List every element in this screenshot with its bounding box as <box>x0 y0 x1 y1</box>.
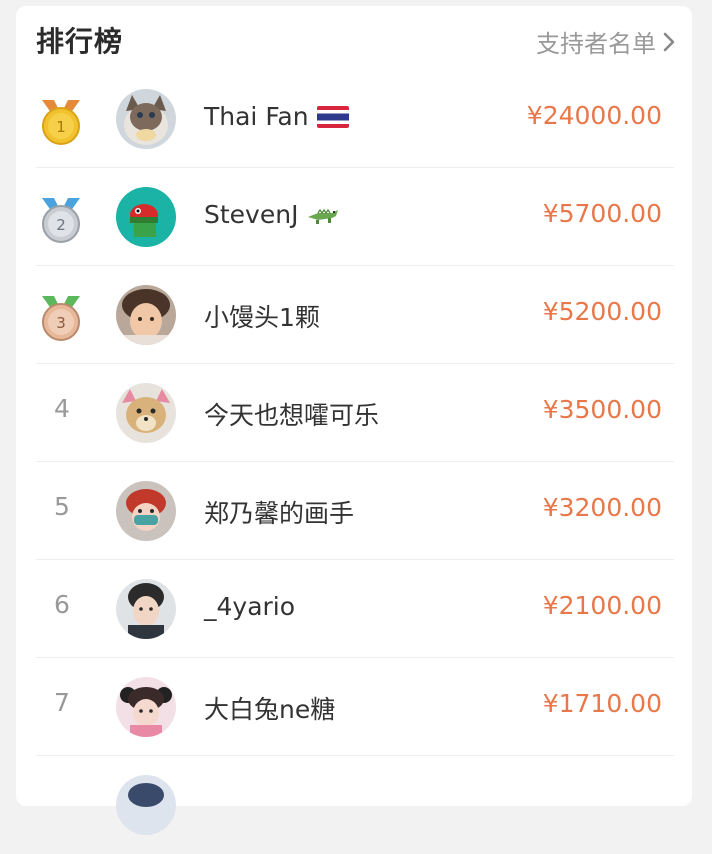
avatar <box>116 481 176 541</box>
rank-number: 4 <box>54 394 70 423</box>
ranking-row[interactable]: 5 郑乃馨的画手 ¥3200.00 <box>16 462 692 560</box>
support-amount: ¥24000.00 <box>526 101 662 130</box>
thailand-flag-icon <box>316 105 349 128</box>
ranking-row[interactable]: 7 大白兔ne糖 ¥1710.00 <box>16 658 692 756</box>
supporter-name: 小馒头1颗 <box>204 303 320 332</box>
support-amount: ¥3500.00 <box>542 395 662 424</box>
chevron-right-icon <box>663 32 675 51</box>
rank-number: 6 <box>54 590 70 619</box>
support-amount: ¥3200.00 <box>542 493 662 522</box>
support-amount: ¥2100.00 <box>542 591 662 620</box>
rank-number: 5 <box>54 492 70 521</box>
avatar <box>116 285 176 345</box>
avatar <box>116 383 176 443</box>
supporter-name: 郑乃馨的画手 <box>204 499 355 528</box>
avatar <box>116 677 176 737</box>
support-amount: ¥5200.00 <box>542 297 662 326</box>
supporter-name: 今天也想嚯可乐 <box>204 401 380 430</box>
supporter-name: 大白兔ne糖 <box>204 695 336 724</box>
ranking-row[interactable]: 2 StevenJ ¥5700.00 <box>16 168 692 266</box>
page-title: 排行榜 <box>36 25 124 58</box>
supporters-list-link[interactable]: 支持者名单 <box>536 24 676 59</box>
ranking-row[interactable]: 4 今天也想嚯可乐 ¥3500.00 <box>16 364 692 462</box>
medal-rank: 3 <box>56 314 66 332</box>
bronze-medal-icon: 3 <box>42 296 80 341</box>
ranking-row[interactable]: 1 Thai Fan ¥24000.00 <box>16 70 692 168</box>
avatar <box>116 579 176 639</box>
ranking-row[interactable]: 6 _4yario ¥2100.00 <box>16 560 692 658</box>
support-amount: ¥5700.00 <box>542 199 662 228</box>
supporter-name: Thai Fan <box>204 102 349 131</box>
ranking-header: 排行榜 支持者名单 <box>16 6 692 70</box>
medal-rank: 1 <box>56 118 66 136</box>
crocodile-icon <box>308 208 339 224</box>
ranking-card: 排行榜 支持者名单 1 Thai Fan ¥24000.00 2 StevenJ… <box>16 6 692 835</box>
ranking-row[interactable] <box>16 756 692 854</box>
supporter-name: StevenJ <box>204 200 340 229</box>
avatar <box>116 775 176 835</box>
silver-medal-icon: 2 <box>42 198 80 243</box>
medal-rank: 2 <box>56 216 66 234</box>
support-amount: ¥1710.00 <box>542 689 662 718</box>
rank-number: 7 <box>54 688 70 717</box>
avatar <box>116 89 176 149</box>
gold-medal-icon: 1 <box>42 100 80 145</box>
avatar <box>116 187 176 247</box>
supporter-name: _4yario <box>204 592 296 621</box>
supporters-link-label: 支持者名单 <box>536 30 656 58</box>
ranking-row[interactable]: 3 小馒头1颗 ¥5200.00 <box>16 266 692 364</box>
